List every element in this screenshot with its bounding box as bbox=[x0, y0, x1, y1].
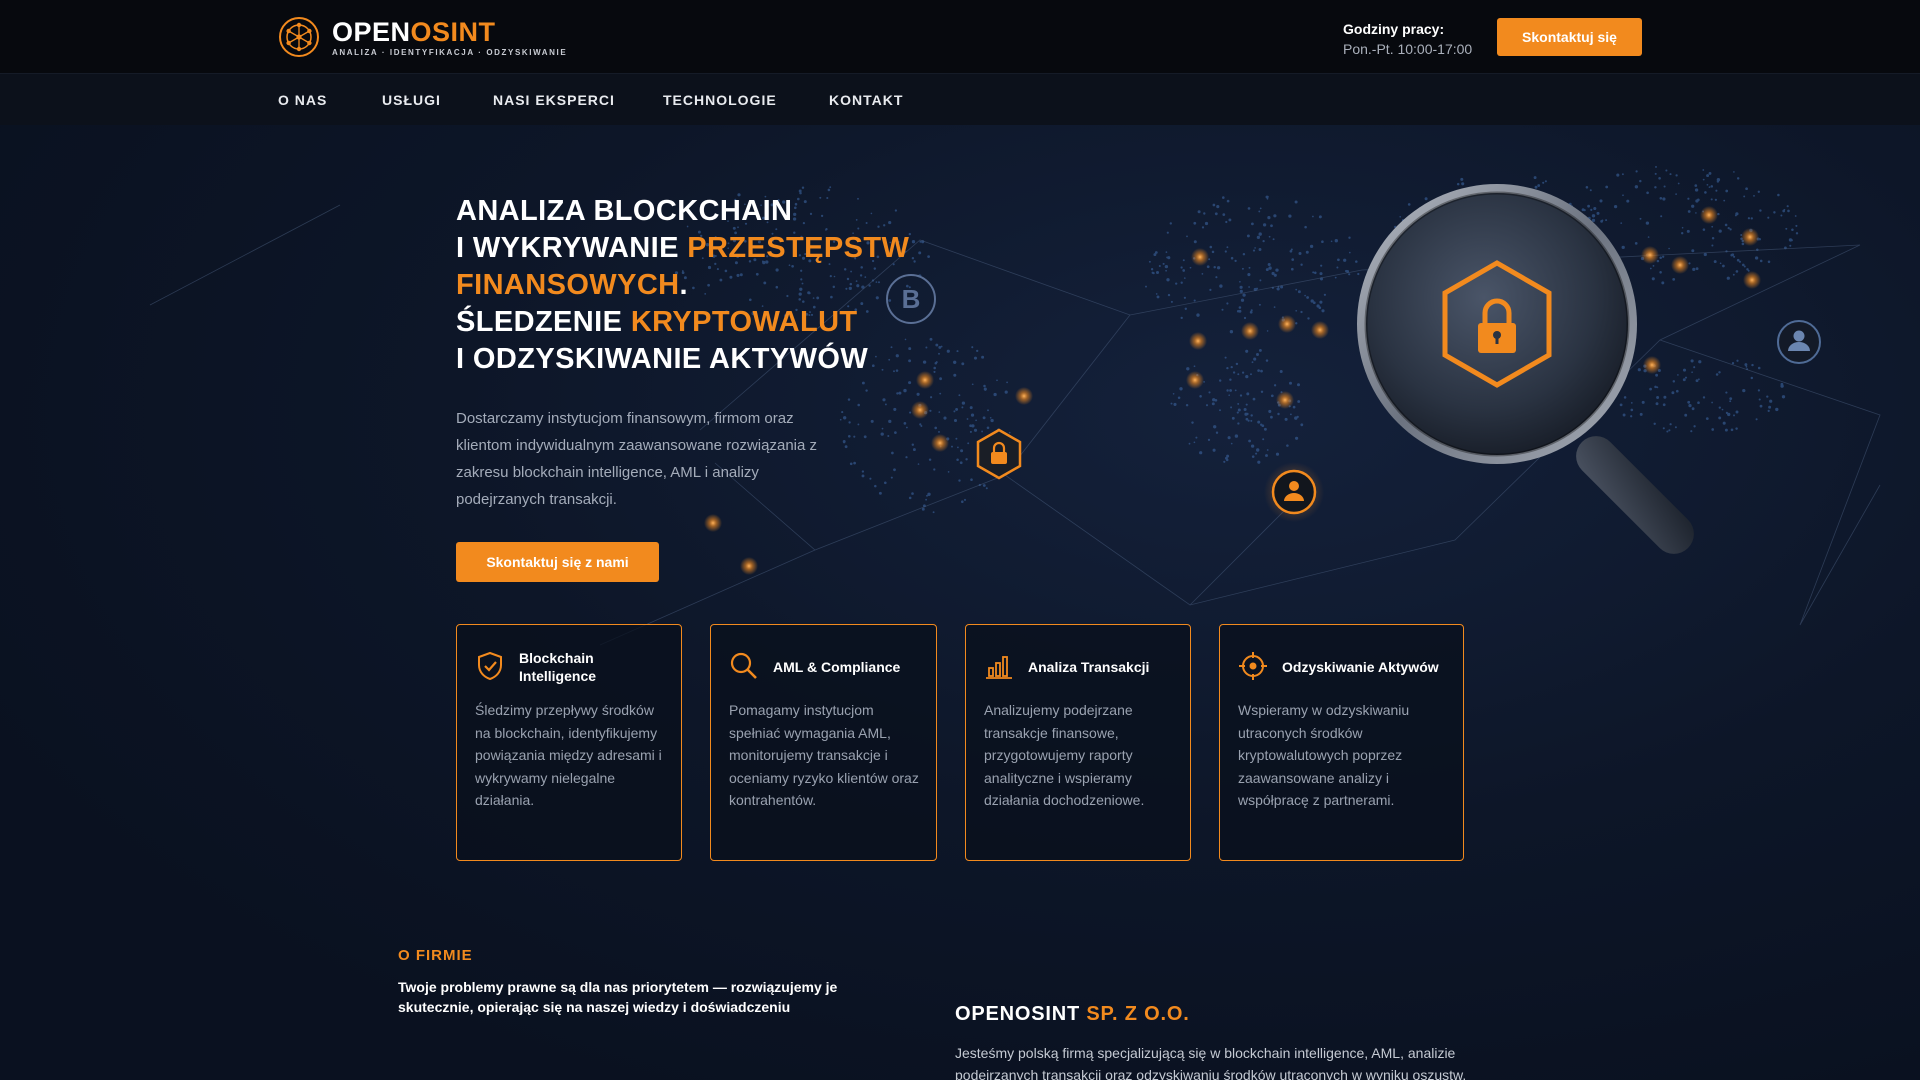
hours-value: Pon.-Pt. 10:00-17:00 bbox=[1343, 41, 1473, 57]
card-title: Odzyskiwanie Aktywów bbox=[1282, 659, 1439, 675]
search-icon bbox=[730, 652, 757, 679]
brand-tagline: ANALIZA · IDENTYFIKACJA · ODZYSKIWANIE bbox=[332, 47, 568, 57]
contact-button[interactable]: Skontaktuj się bbox=[1497, 18, 1642, 56]
user-avatar-icon bbox=[1264, 462, 1324, 522]
hero-title-line2: I WYKRYWANIE PRZESTĘPSTW bbox=[456, 230, 1016, 267]
hero-title-line3-accent: FINANSOWYCH bbox=[456, 269, 680, 301]
brand-name: OPENOSINT bbox=[332, 18, 567, 46]
bar-chart-icon bbox=[986, 656, 1012, 679]
card-title: Analiza Transakcji bbox=[1028, 659, 1150, 675]
logo-text: OPENOSINT ANALIZA · IDENTYFIKACJA · ODZY… bbox=[332, 18, 567, 57]
company-description: Jesteśmy polską firmą specjalizującą się… bbox=[955, 1045, 1467, 1080]
service-card-asset-recovery[interactable]: Odzyskiwanie Aktywów Wspieramy w odzyski… bbox=[1219, 624, 1464, 861]
brand-name-part1: OPEN bbox=[332, 16, 411, 47]
company-name: OPENOSINT bbox=[955, 1003, 1087, 1025]
target-icon bbox=[1239, 652, 1267, 680]
card-text: Analizujemy podejrzane transakcje finans… bbox=[984, 702, 1145, 808]
hexagon-lock-icon bbox=[976, 428, 1022, 480]
hero-title-line3-text: . bbox=[679, 269, 688, 301]
hero-title-line4-text: ŚLEDZENIE bbox=[456, 306, 631, 338]
hero-description: Dostarczamy instytucjom finansowym, firm… bbox=[456, 410, 818, 508]
card-text: Pomagamy instytucjom spełniać wymagania … bbox=[729, 702, 919, 808]
hero-title-line2-text: I WYKRYWANIE bbox=[456, 232, 688, 264]
nav-item-kontakt[interactable]: KONTAKT bbox=[829, 74, 903, 126]
nav-item-nasi-eksperci[interactable]: NASI EKSPERCI bbox=[493, 74, 615, 126]
nav-item-technologie[interactable]: TECHNOLOGIE bbox=[663, 74, 777, 126]
company-legal-form: SP. Z O.O. bbox=[1086, 1003, 1190, 1025]
contact-us-button[interactable]: Skontaktuj się z nami bbox=[456, 542, 659, 582]
main-nav: O NAS USŁUGI NASI EKSPERCI TECHNOLOGIE K… bbox=[0, 73, 1920, 125]
brand-name-part2: OSINT bbox=[410, 16, 496, 47]
service-card-blockchain[interactable]: Blockchain Intelligence Śledzimy przepły… bbox=[456, 624, 682, 861]
hero-title-line3: FINANSOWYCH. bbox=[456, 267, 1016, 304]
service-card-aml[interactable]: AML & Compliance Pomagamy instytucjom sp… bbox=[710, 624, 937, 861]
card-text: Śledzimy przepływy środków na blockchain… bbox=[475, 702, 662, 808]
hours-label: Godziny pracy: bbox=[1343, 21, 1445, 37]
company-title: OPENOSINT SP. Z O.O. bbox=[955, 1003, 1190, 1026]
about-section-label: O FIRMIE bbox=[398, 947, 473, 964]
shield-check-icon bbox=[478, 651, 502, 681]
card-text: Wspieramy w odzyskiwaniu utraconych środ… bbox=[1238, 702, 1410, 808]
network-globe-icon bbox=[279, 17, 319, 57]
hero-title-line1: ANALIZA BLOCKCHAIN bbox=[456, 195, 793, 227]
nav-item-o-nas[interactable]: O NAS bbox=[278, 74, 327, 126]
about-lead-text: Twoje problemy prawne są dla nas prioryt… bbox=[398, 979, 838, 1015]
user-node-icon bbox=[1777, 320, 1821, 364]
card-title: AML & Compliance bbox=[773, 659, 901, 675]
service-card-transactions[interactable]: Analiza Transakcji Analizujemy podejrzan… bbox=[965, 624, 1191, 861]
card-title: Blockchain Intelligence bbox=[519, 650, 597, 684]
working-hours: Godziny pracy: Pon.-Pt. 10:00-17:00 bbox=[1343, 19, 1472, 59]
hero-title-line4: ŚLEDZENIE KRYPTOWALUT bbox=[456, 304, 1016, 341]
hero-title: ANALIZA BLOCKCHAIN I WYKRYWANIE PRZESTĘP… bbox=[456, 193, 1016, 378]
top-bar: OPENOSINT ANALIZA · IDENTYFIKACJA · ODZY… bbox=[0, 0, 1920, 73]
hero-title-line5: I ODZYSKIWANIE AKTYWÓW bbox=[456, 343, 869, 375]
hero-title-line4-accent: KRYPTOWALUT bbox=[630, 306, 858, 338]
hero-title-line2-accent: PRZESTĘPSTW bbox=[687, 232, 910, 264]
logo[interactable]: OPENOSINT ANALIZA · IDENTYFIKACJA · ODZY… bbox=[278, 16, 567, 58]
nav-item-uslugi[interactable]: USŁUGI bbox=[382, 74, 441, 126]
